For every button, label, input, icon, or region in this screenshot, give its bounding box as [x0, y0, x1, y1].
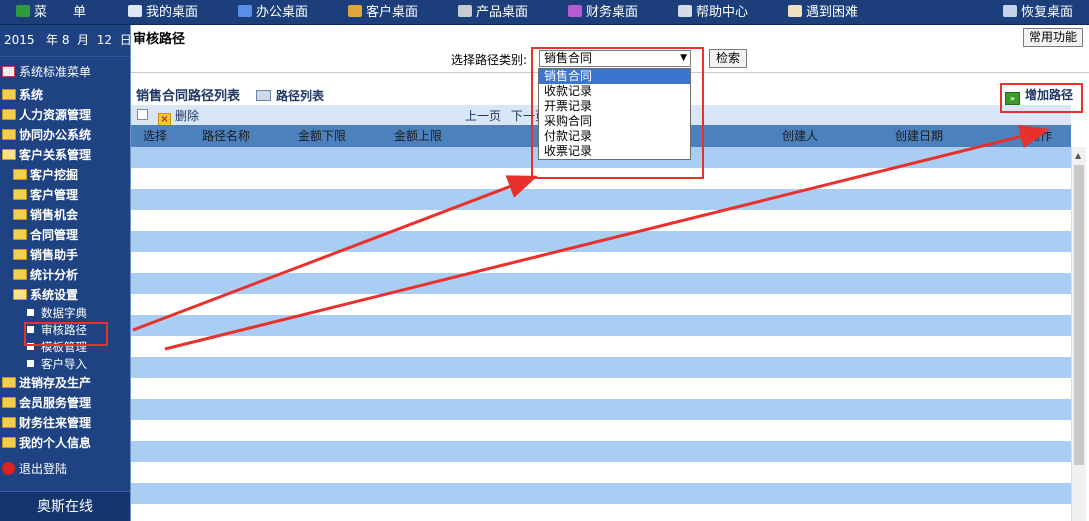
- sidebar-item-personal[interactable]: 我的个人信息: [2, 433, 91, 453]
- sidebar-item-finance[interactable]: 财务往来管理: [2, 413, 91, 433]
- table-row: [131, 399, 1071, 420]
- table-body: [131, 147, 1071, 521]
- folder-icon: [13, 189, 27, 200]
- annotation-box-add: [1000, 83, 1083, 113]
- sidebar: 2015 年 8 月 12 日 系统标准菜单 系统 人力资源管理 协同办公系统 …: [0, 25, 132, 521]
- column-path-name: 路径名称: [202, 129, 251, 143]
- common-functions-button[interactable]: 常用功能: [1022, 28, 1083, 47]
- folder-open-icon: [13, 289, 27, 300]
- cart-icon: [458, 5, 472, 17]
- sidebar-item-office[interactable]: 协同办公系统: [2, 125, 91, 145]
- list-title: 销售合同路径列表: [136, 89, 241, 104]
- folder-icon: [2, 377, 16, 388]
- sidebar-item-sales-opportunity[interactable]: 销售机会: [13, 205, 78, 225]
- folder-open-icon: [2, 149, 16, 160]
- brand-footer: 奥斯在线: [0, 491, 130, 521]
- top-office-desktop[interactable]: 办公桌面: [238, 0, 308, 25]
- table-row: [131, 315, 1071, 336]
- table-row: [131, 231, 1071, 252]
- list-icon: [256, 90, 271, 101]
- top-navigation-bar: 菜 单 我的桌面 办公桌面 客户桌面 产品桌面 财务桌面 帮助中心 遇到困难 恢…: [0, 0, 1089, 25]
- restore-icon: [1003, 5, 1017, 17]
- table-row: [131, 378, 1071, 399]
- folder-icon: [13, 249, 27, 260]
- search-button[interactable]: 检索: [709, 49, 747, 68]
- annotation-box-dropdown: [531, 47, 704, 179]
- users-icon: [348, 5, 362, 17]
- folder-icon: [2, 417, 16, 428]
- folder-icon: [13, 269, 27, 280]
- sidebar-item-inventory[interactable]: 进销存及生产: [2, 373, 91, 393]
- scrollbar-thumb[interactable]: [1074, 165, 1084, 465]
- table-row: [131, 294, 1071, 315]
- sidebar-item-hr[interactable]: 人力资源管理: [2, 105, 91, 125]
- sidebar-item-sales-assistant[interactable]: 销售助手: [13, 245, 78, 265]
- sidebar-home[interactable]: 系统标准菜单: [2, 62, 91, 82]
- select-all-checkbox[interactable]: [137, 109, 148, 120]
- top-finance-desktop[interactable]: 财务桌面: [568, 0, 638, 25]
- scroll-up-icon[interactable]: ▲: [1075, 151, 1081, 160]
- table-row: [131, 252, 1071, 273]
- book-icon: [678, 5, 692, 17]
- desktop-icon: [128, 5, 142, 17]
- menu-arrow-icon: [16, 5, 30, 17]
- column-actions: 操作: [1028, 129, 1053, 143]
- filter-label: 选择路径类别:: [451, 53, 528, 67]
- top-my-desktop[interactable]: 我的桌面: [128, 0, 198, 25]
- folder-icon: [2, 397, 16, 408]
- folder-icon: [13, 229, 27, 240]
- path-list-link[interactable]: 路径列表: [256, 87, 324, 104]
- home-icon: [2, 66, 15, 77]
- sidebar-item-contract[interactable]: 合同管理: [13, 225, 78, 245]
- folder-icon: [13, 169, 27, 180]
- folder-icon: [2, 129, 16, 140]
- table-row: [131, 420, 1071, 441]
- table-row: [131, 189, 1071, 210]
- folder-icon: [2, 89, 16, 100]
- top-product-desktop[interactable]: 产品桌面: [458, 0, 528, 25]
- sidebar-item-data-dictionary[interactable]: 数据字典: [27, 305, 87, 322]
- vertical-scrollbar[interactable]: ▲: [1071, 147, 1086, 521]
- table-row: [131, 483, 1071, 504]
- top-customer-desktop[interactable]: 客户桌面: [348, 0, 418, 25]
- page-title: 审核路径: [133, 32, 186, 47]
- table-row: [131, 210, 1071, 231]
- sidebar-item-customer-import[interactable]: 客户导入: [27, 356, 87, 373]
- folder-icon: [2, 109, 16, 120]
- sidebar-item-customer-management[interactable]: 客户管理: [13, 185, 78, 205]
- column-creator: 创建人: [782, 129, 819, 143]
- sidebar-item-member[interactable]: 会员服务管理: [2, 393, 91, 413]
- table-row: [131, 462, 1071, 483]
- sidebar-item-statistics[interactable]: 统计分析: [13, 265, 78, 285]
- top-menu-button[interactable]: 菜 单: [16, 0, 86, 25]
- table-row: [131, 504, 1071, 521]
- folder-icon: [2, 437, 16, 448]
- prev-page-link[interactable]: 上一页: [465, 109, 501, 123]
- column-amount-max: 金额上限: [394, 129, 443, 143]
- date-display: 2015 年 8 月 12 日: [0, 25, 132, 57]
- column-created-date: 创建日期: [895, 129, 944, 143]
- column-amount-min: 金额下限: [298, 129, 347, 143]
- sidebar-item-crm[interactable]: 客户关系管理: [2, 145, 91, 165]
- logout-link[interactable]: 退出登陆: [2, 459, 67, 479]
- table-row: [131, 336, 1071, 357]
- penguin-icon: [788, 5, 802, 17]
- top-get-help[interactable]: 遇到困难: [788, 0, 858, 25]
- table-row: [131, 357, 1071, 378]
- table-row: [131, 273, 1071, 294]
- folder-icon: [13, 209, 27, 220]
- top-help-center[interactable]: 帮助中心: [678, 0, 748, 25]
- line-chart-icon: [568, 5, 582, 17]
- power-icon: [2, 462, 15, 475]
- bar-chart-icon: [238, 5, 252, 17]
- table-row: [131, 441, 1071, 462]
- top-restore-desktop[interactable]: 恢复桌面: [1003, 0, 1073, 25]
- sidebar-item-customer-mining[interactable]: 客户挖掘: [13, 165, 78, 185]
- sidebar-item-system[interactable]: 系统: [2, 85, 43, 105]
- sidebar-item-system-settings[interactable]: 系统设置: [13, 285, 78, 305]
- column-select: 选择: [143, 129, 168, 143]
- annotation-box-sidebar: [24, 322, 108, 346]
- delete-button[interactable]: × 删除: [158, 107, 199, 126]
